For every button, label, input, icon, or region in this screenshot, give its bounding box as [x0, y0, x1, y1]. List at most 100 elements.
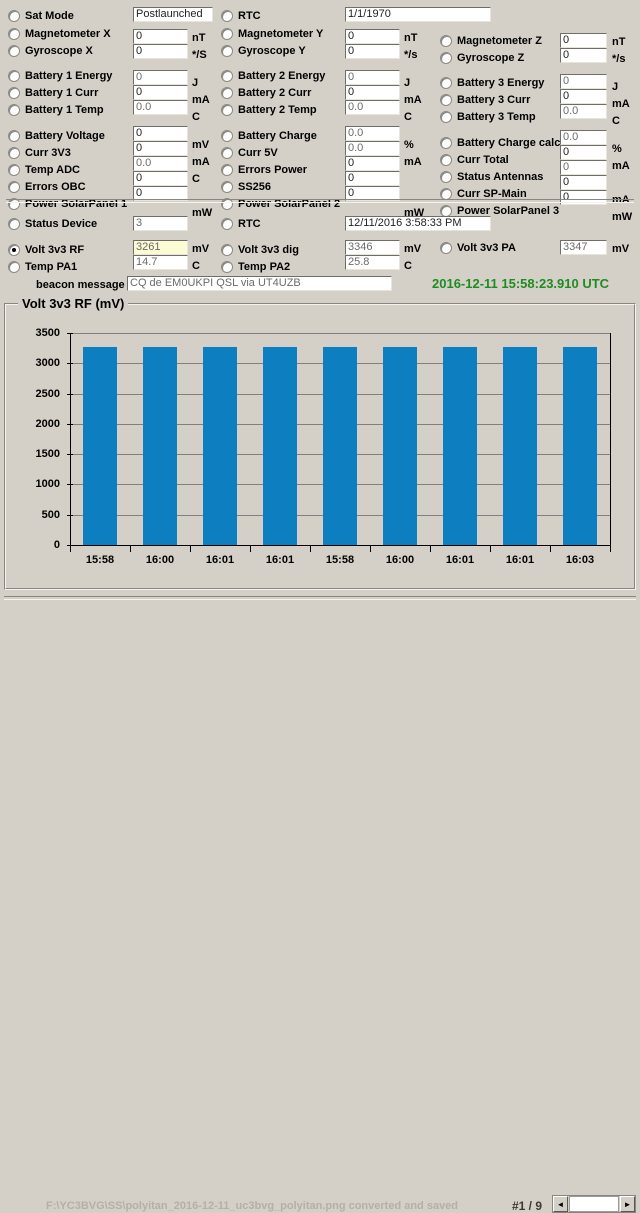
radio-battery-charge[interactable]: [221, 129, 233, 142]
radio-battery1-energy[interactable]: [8, 69, 20, 82]
radio-battery2-curr[interactable]: [221, 86, 233, 99]
radio-volt-3v3-dig[interactable]: [221, 243, 233, 256]
field-row-curr-total[interactable]: Curr Total: [440, 151, 563, 168]
field-row-errors-power[interactable]: Errors Power: [221, 161, 340, 178]
radio-temp-pa2[interactable]: [221, 260, 233, 273]
horizontal-scrollbar[interactable]: ◄ ►: [552, 1195, 636, 1213]
field-row-battery2-curr[interactable]: Battery 2 Curr: [221, 84, 340, 101]
radio-battery1-curr[interactable]: [8, 86, 20, 99]
field-row-volt-3v3-rf[interactable]: Volt 3v3 RF: [8, 241, 97, 258]
radio-temp-adc[interactable]: [8, 163, 20, 176]
input-volt-3v3-pa[interactable]: 3347: [560, 240, 607, 255]
field-row-battery1-curr[interactable]: Battery 1 Curr: [8, 84, 127, 101]
input-temp-pa2[interactable]: 25.8: [345, 255, 400, 270]
input-status-antennas[interactable]: 0: [560, 160, 607, 175]
radio-errors-obc[interactable]: [8, 180, 20, 193]
radio-curr-5v[interactable]: [221, 146, 233, 159]
input-battery1-curr[interactable]: 0: [133, 85, 188, 100]
input-battery2-energy[interactable]: 0: [345, 70, 400, 85]
radio-status-antennas[interactable]: [440, 170, 452, 183]
field-row-battery-charge-calc[interactable]: Battery Charge calc.: [440, 134, 563, 151]
field-row-curr-3v3[interactable]: Curr 3V3: [8, 144, 127, 161]
radio-curr-total[interactable]: [440, 153, 452, 166]
radio-volt-3v3-pa[interactable]: [440, 241, 452, 254]
radio-curr-3v3[interactable]: [8, 146, 20, 159]
input-gyroscope-x[interactable]: 0: [133, 44, 188, 59]
radio-battery-voltage[interactable]: [8, 129, 20, 142]
input-volt-3v3-dig[interactable]: 3346: [345, 240, 400, 255]
input-temp-adc[interactable]: 0.0: [133, 156, 188, 171]
input-status-device[interactable]: 3: [133, 216, 188, 231]
radio-battery-charge-calc[interactable]: [440, 136, 452, 149]
field-row-battery2-temp[interactable]: Battery 2 Temp: [221, 101, 340, 118]
input-curr-3v3[interactable]: 0: [133, 141, 188, 156]
field-row-battery3-curr[interactable]: Battery 3 Curr: [440, 91, 563, 108]
input-temp-pa1[interactable]: 14.7: [133, 255, 188, 270]
radio-gyroscope-z[interactable]: [440, 51, 452, 64]
scroll-track[interactable]: [569, 1196, 619, 1212]
radio-magnetometer-x[interactable]: [8, 27, 20, 40]
input-battery1-temp[interactable]: 0.0: [133, 100, 188, 115]
radio-temp-pa1[interactable]: [8, 260, 20, 273]
input-magnetometer-z[interactable]: 0: [560, 33, 607, 48]
radio-magnetometer-z[interactable]: [440, 34, 452, 47]
field-row-status-antennas[interactable]: Status Antennas: [440, 168, 563, 185]
radio-battery2-temp[interactable]: [221, 103, 233, 116]
field-row-curr-5v[interactable]: Curr 5V: [221, 144, 340, 161]
input-gyroscope-z[interactable]: 0: [560, 48, 607, 63]
radio-battery1-temp[interactable]: [8, 103, 20, 116]
input-curr-sp-main[interactable]: 0: [560, 175, 607, 190]
input-errors-obc[interactable]: 0: [133, 171, 188, 186]
input-battery-charge-calc[interactable]: 0.0: [560, 130, 607, 145]
input-battery-charge[interactable]: 0.0: [345, 126, 400, 141]
field-row-temp-pa2[interactable]: Temp PA2: [221, 258, 299, 275]
radio-magnetometer-y[interactable]: [221, 27, 233, 40]
scroll-right-arrow-icon[interactable]: ►: [620, 1196, 635, 1212]
field-row-battery3-energy[interactable]: Battery 3 Energy: [440, 74, 563, 91]
input-battery3-energy[interactable]: 0: [560, 74, 607, 89]
field-row-magnetometer-y[interactable]: Magnetometer Y: [221, 25, 340, 42]
field-row-battery1-energy[interactable]: Battery 1 Energy: [8, 67, 127, 84]
field-row-battery-voltage[interactable]: Battery Voltage: [8, 127, 127, 144]
input-battery3-curr[interactable]: 0: [560, 89, 607, 104]
radio-rtc-mid[interactable]: [221, 217, 233, 230]
input-ss256[interactable]: 0: [345, 171, 400, 186]
input-magnetometer-x[interactable]: 0: [133, 29, 188, 44]
field-row-magnetometer-z[interactable]: Magnetometer Z: [440, 32, 563, 49]
radio-gyroscope-x[interactable]: [8, 44, 20, 57]
field-row-temp-adc[interactable]: Temp ADC: [8, 161, 127, 178]
input-battery3-temp[interactable]: 0.0: [560, 104, 607, 119]
field-row-magnetometer-x[interactable]: Magnetometer X: [8, 25, 127, 42]
field-row-sat-mode[interactable]: Sat Mode: [8, 6, 127, 25]
input-curr-total[interactable]: 0: [560, 145, 607, 160]
field-row-gyroscope-x[interactable]: Gyroscope X: [8, 42, 127, 59]
field-row-battery2-energy[interactable]: Battery 2 Energy: [221, 67, 340, 84]
input-gyroscope-y[interactable]: 0: [345, 44, 400, 59]
field-row-errors-obc[interactable]: Errors OBC: [8, 178, 127, 195]
radio-volt-3v3-rf[interactable]: [8, 243, 20, 256]
field-row-battery3-temp[interactable]: Battery 3 Temp: [440, 108, 563, 125]
radio-errors-power[interactable]: [221, 163, 233, 176]
field-row-volt-3v3-pa[interactable]: Volt 3v3 PA: [440, 239, 516, 256]
input-errors-power[interactable]: 0: [345, 156, 400, 171]
input-battery2-curr[interactable]: 0: [345, 85, 400, 100]
input-magnetometer-y[interactable]: 0: [345, 29, 400, 44]
input-volt-3v3-rf[interactable]: 3261: [133, 240, 188, 255]
radio-battery2-energy[interactable]: [221, 69, 233, 82]
scroll-left-arrow-icon[interactable]: ◄: [553, 1196, 568, 1212]
radio-status-device[interactable]: [8, 217, 20, 230]
field-row-rtc-mid[interactable]: RTC: [221, 215, 299, 232]
input-battery1-energy[interactable]: 0: [133, 70, 188, 85]
field-row-rtc-top[interactable]: RTC: [221, 6, 340, 25]
radio-curr-sp-main[interactable]: [440, 187, 452, 200]
field-row-battery1-temp[interactable]: Battery 1 Temp: [8, 101, 127, 118]
radio-gyroscope-y[interactable]: [221, 44, 233, 57]
radio-battery3-curr[interactable]: [440, 93, 452, 106]
radio-sat-mode[interactable]: [8, 9, 20, 22]
field-row-temp-pa1[interactable]: Temp PA1: [8, 258, 97, 275]
field-row-gyroscope-z[interactable]: Gyroscope Z: [440, 49, 563, 66]
radio-battery3-energy[interactable]: [440, 76, 452, 89]
field-row-gyroscope-y[interactable]: Gyroscope Y: [221, 42, 340, 59]
input-battery2-temp[interactable]: 0.0: [345, 100, 400, 115]
field-row-ss256[interactable]: SS256: [221, 178, 340, 195]
